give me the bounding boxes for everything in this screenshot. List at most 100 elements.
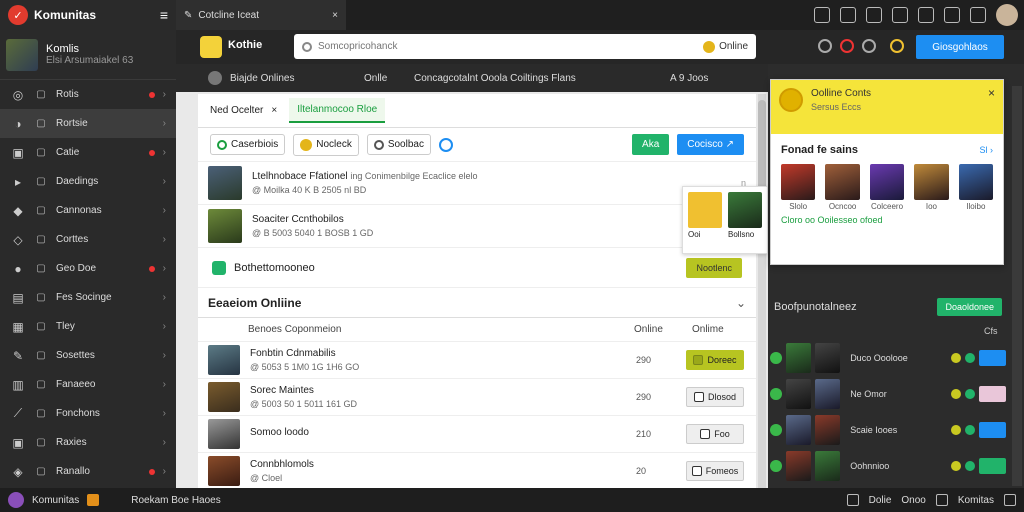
menu-icon[interactable]: ≡ (160, 7, 168, 23)
hero-thumb[interactable] (825, 164, 860, 200)
sidebar-item[interactable]: ▥ ▢ Fanaeeo › (0, 370, 176, 399)
settings-icon[interactable] (1004, 494, 1016, 506)
tab-ned[interactable]: Ned Ocelter × (204, 99, 283, 122)
table-row[interactable]: Connbhlomols @ Cloel 20 Fomeos (198, 453, 756, 490)
row-action-button[interactable]: Fomeos (686, 461, 744, 481)
notification-icon[interactable] (944, 7, 960, 23)
alert-icon[interactable] (840, 39, 854, 53)
sidebar-item[interactable]: ▸ ▢ Daedings › (0, 167, 176, 196)
sidebar-item[interactable]: ▦ ▢ Tley › (0, 312, 176, 341)
table-row[interactable]: Sorec Maintes @ 5003 50 1 5011 161 GD 290 D… (198, 379, 756, 416)
popup-link[interactable]: Sl › (980, 145, 994, 155)
sidebar-item[interactable]: ● ▢ Geo Doe › (0, 254, 176, 283)
sidebar-icon: ⟋ (13, 406, 23, 420)
sidebar-item[interactable]: ◇ ▢ Corttes › (0, 225, 176, 254)
gear-icon[interactable] (918, 7, 934, 23)
sidebar-item-label: Geo Doe (56, 263, 97, 274)
popup-more-link[interactable]: Cloro oo Ooilesseo ofoed (771, 213, 1003, 227)
row-action-button[interactable]: Doreec (686, 350, 744, 370)
list-item[interactable]: Duco Ooolooe (768, 340, 1008, 376)
footer-r2[interactable]: Onoo (901, 495, 925, 506)
sidebar-item[interactable]: ▣ ▢ Raxies › (0, 428, 176, 457)
share-button[interactable]: Cocisco ↗ (677, 134, 744, 155)
row-name: Ne Omor (850, 389, 887, 399)
footer-avatar[interactable] (8, 492, 24, 508)
row-action-button[interactable]: Dlosod (686, 387, 744, 407)
status-icon[interactable] (818, 39, 832, 53)
row-action-button[interactable] (978, 350, 1006, 366)
hero-thumb[interactable] (958, 164, 994, 200)
add-button[interactable]: Aka (632, 134, 670, 155)
subhead-mid: Onlle (364, 73, 388, 84)
sidebar-item[interactable]: ◈ ▢ Ranallo › (0, 457, 176, 486)
sidebar-item[interactable]: ◑ ▢ Rortsie › (0, 109, 176, 138)
close-icon[interactable]: × (988, 86, 995, 100)
row-title: Soaciter Ccnthobilos (252, 214, 344, 225)
table-row[interactable]: Fonbtin Cdnmabilis @ 5053 5 1M0 1G 1H6 GO… (198, 342, 756, 379)
header-action-button[interactable]: Giosgohlaos (916, 35, 1004, 59)
search-bar[interactable]: Online (294, 34, 756, 59)
list-item[interactable]: Scaie Iooes (768, 412, 1008, 448)
col-online: Online (634, 324, 663, 335)
tab-active[interactable]: Iltelanmocoo Rloe (289, 98, 386, 123)
sidebar-item[interactable]: ▣ ▢ Catie › (0, 138, 176, 167)
status-icon (770, 352, 782, 364)
top-tab[interactable]: ✎ Cotcline Iceat × (176, 0, 346, 30)
user-avatar[interactable] (996, 4, 1018, 26)
row-action-button[interactable] (978, 422, 1006, 438)
sidebar-item[interactable]: ▤ ▢ Fes Socinge › (0, 283, 176, 312)
chat-icon[interactable] (892, 7, 908, 23)
subhead-right[interactable]: A 9 Joos (670, 73, 708, 84)
online-section-header[interactable]: Eeaeiom Onliine ⌄ (198, 288, 756, 318)
chip-1[interactable]: Caserbiois (210, 134, 286, 155)
list-item[interactable]: Ne Omor (768, 376, 1008, 412)
sidebar-item[interactable]: ◆ ▢ Cannonas › (0, 196, 176, 225)
list-item[interactable]: Ltelhnobace Ffationel ing Conimenbilge E… (198, 162, 756, 205)
checkbox[interactable] (691, 466, 702, 476)
row-count: 290 (636, 355, 652, 365)
status-button[interactable]: Nootlenc (686, 257, 742, 278)
sidebar-item[interactable]: ⟋ ▢ Fonchons › (0, 399, 176, 428)
grid-icon[interactable] (935, 494, 948, 506)
search-input[interactable] (318, 41, 698, 52)
row-action-button[interactable]: Foo (686, 424, 744, 444)
list-item[interactable]: Soaciter Ccnthobilos @ B 5003 5040 1 BOS… (198, 205, 756, 248)
sidebar-item[interactable]: ✎ ▢ Sosettes › (0, 341, 176, 370)
checkbox[interactable] (700, 429, 711, 439)
row-action-button[interactable] (978, 458, 1006, 474)
chip-3[interactable]: Soolbac (366, 134, 431, 155)
mail-icon[interactable] (970, 7, 986, 23)
bell-icon[interactable] (866, 7, 882, 23)
table-row[interactable]: Somoo loodo 210 Foo (198, 416, 756, 453)
back-icon[interactable] (208, 71, 222, 85)
row-action-button[interactable] (978, 386, 1006, 402)
footer-mid[interactable]: Roekam Boe Haoes (131, 495, 221, 506)
footer-r3[interactable]: Komitas (958, 495, 994, 506)
refresh-icon[interactable] (862, 39, 876, 53)
footer-right: Dolie Onoo Komitas (846, 494, 1016, 506)
sidebar-subicon: ▢ (36, 379, 46, 390)
info-icon[interactable] (438, 137, 453, 152)
window-icon[interactable] (814, 7, 830, 23)
hero-thumb[interactable] (781, 164, 816, 200)
list-item[interactable]: Oohnnioo (768, 448, 1008, 484)
sidebar-item[interactable]: ◎ ▢ Rotis › (0, 80, 176, 109)
right-panel-button[interactable]: Doaoldonee (937, 298, 1002, 316)
app-logo-icon[interactable]: ✓ (8, 5, 28, 25)
hover-card: Ooi Bollsno (682, 186, 768, 254)
close-icon[interactable]: × (271, 105, 277, 116)
grid-icon[interactable] (840, 7, 856, 23)
hero-thumb[interactable] (869, 164, 905, 200)
sidebar-profile[interactable]: Komlis Elsi Arsumaiakel 63 (0, 30, 176, 80)
checkbox[interactable] (693, 392, 704, 402)
chip-2[interactable]: Nocleck (293, 133, 359, 156)
footer-r1[interactable]: Dolie (869, 495, 892, 506)
window-icon[interactable] (846, 494, 859, 506)
user-badge-icon[interactable] (890, 39, 904, 53)
close-icon[interactable]: × (332, 10, 338, 21)
checkbox[interactable] (693, 355, 704, 365)
hero-thumb[interactable] (914, 164, 949, 200)
chevron-down-icon[interactable]: ⌄ (736, 296, 746, 310)
right-scrollbar[interactable] (1012, 86, 1022, 486)
sidebar-icon: ▸ (14, 174, 22, 189)
